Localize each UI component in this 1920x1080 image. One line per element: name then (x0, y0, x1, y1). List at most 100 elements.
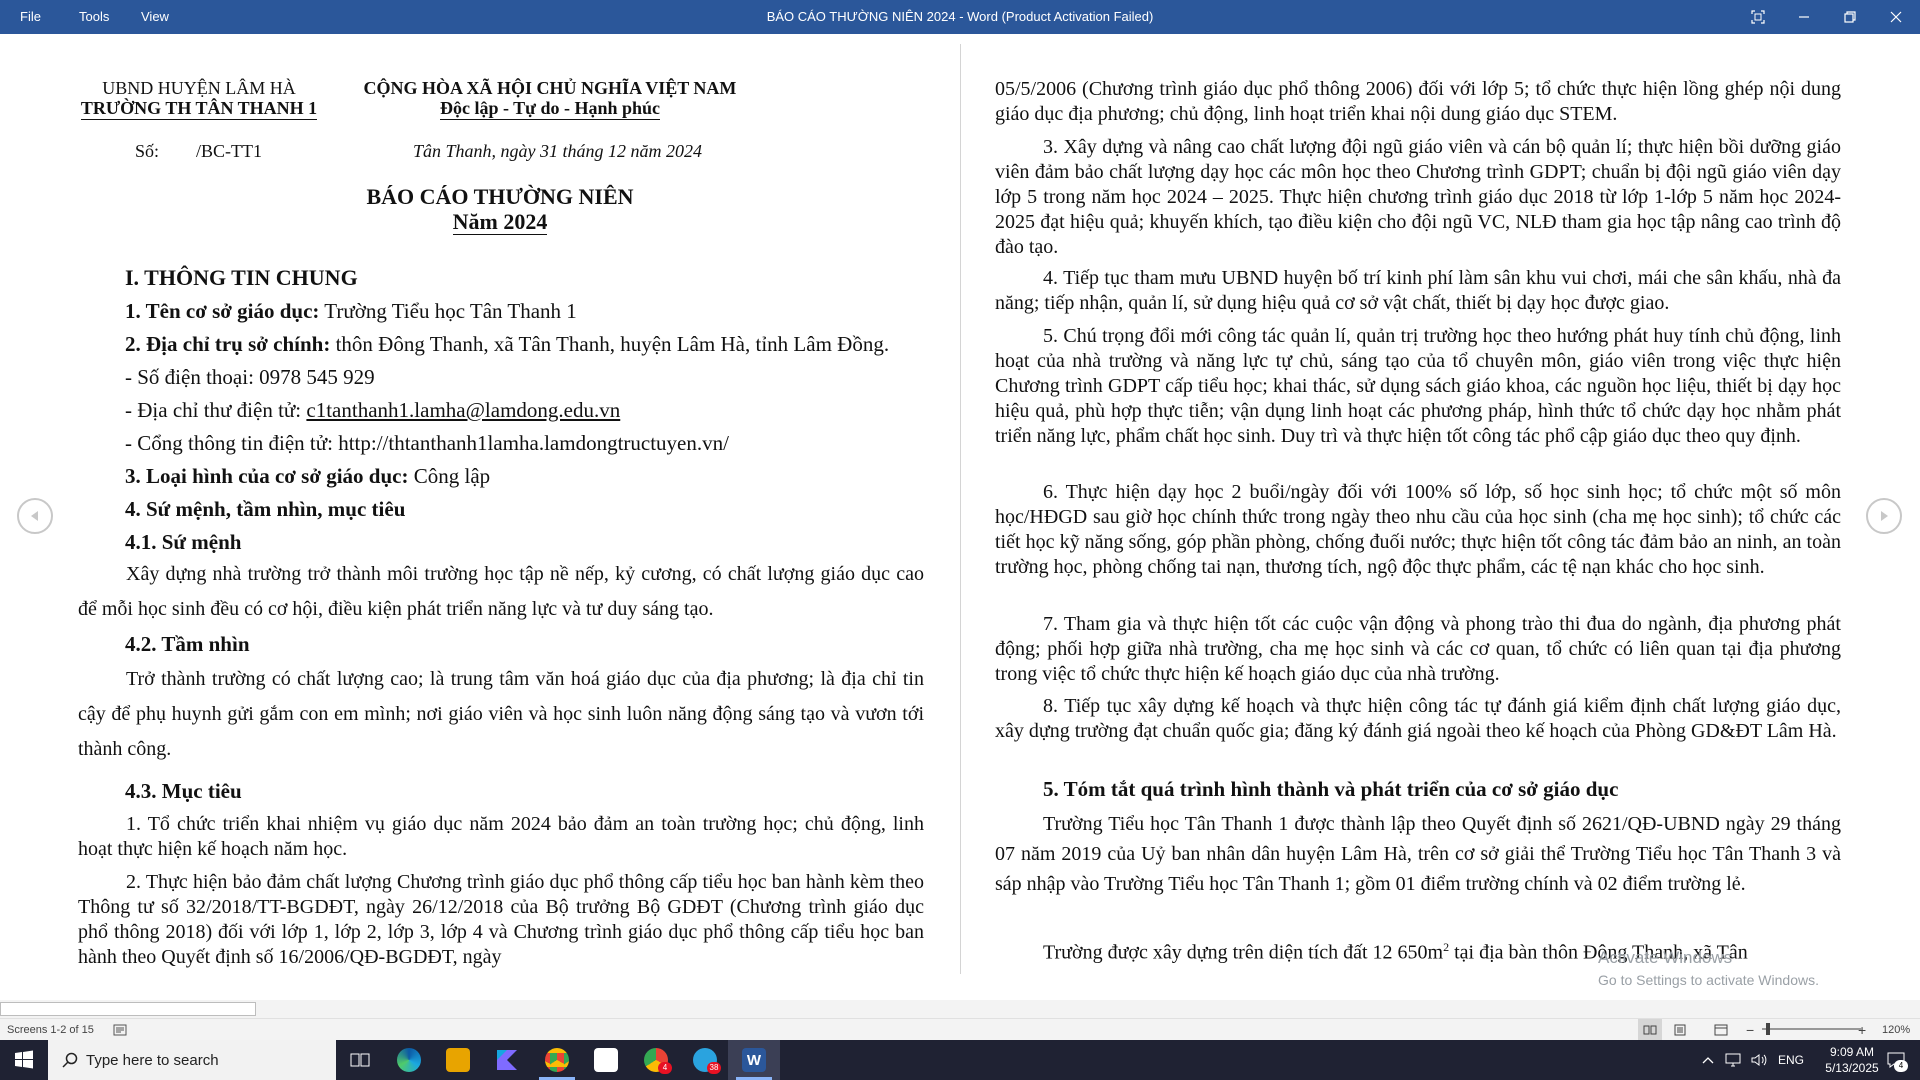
notification-center-button[interactable]: 4 (1878, 1040, 1914, 1080)
document-number-label: Số: (135, 141, 160, 161)
search-box[interactable]: Type here to search (48, 1040, 336, 1080)
triangle-left-icon (31, 511, 38, 521)
fit-screen-icon (1751, 10, 1765, 24)
capcut-app[interactable] (586, 1044, 626, 1076)
mission-heading: 4. Sứ mệnh, tầm nhìn, mục tiêu (125, 497, 406, 521)
edge-icon (397, 1048, 421, 1072)
place-date: Tân Thanh, ngày 31 tháng 12 năm 2024 (413, 141, 703, 161)
zoom-out-button[interactable]: − (1746, 1019, 1754, 1041)
scrollbar-thumb[interactable] (0, 1002, 256, 1016)
activate-windows-title: Activate Windows (1598, 948, 1733, 967)
web-layout-button[interactable] (1714, 1019, 1728, 1041)
horizontal-scrollbar[interactable] (0, 1000, 1920, 1018)
triangle-right-icon (1881, 511, 1888, 521)
zoom-in-button[interactable]: + (1858, 1019, 1866, 1041)
vision-heading: 4.2. Tầm nhìn (125, 632, 250, 656)
goal-1-paragraph: 1. Tổ chức triển khai nhiệm vụ giáo dục … (78, 813, 924, 860)
clock-time: 9:09 AM (1829, 1045, 1875, 1059)
school-type-line: 3. Loại hình của cơ sở giáo dục: Công lậ… (125, 464, 491, 488)
notification-badge: 38 (707, 1062, 721, 1074)
report-title: BÁO CÁO THƯỜNG NIÊN (366, 184, 634, 209)
notification-badge: 4 (1894, 1060, 1908, 1072)
edge-app[interactable] (389, 1044, 429, 1076)
goal-5-paragraph: 5. Chú trọng đổi mới công tác quản lí, q… (995, 325, 1841, 447)
chrome-app[interactable] (537, 1044, 577, 1076)
mission-subheading: 4.1. Sứ mệnh (125, 530, 242, 554)
nation-name: CỘNG HÒA XÃ HỘI CHỦ NGHĨA VIỆT NAM (363, 78, 737, 98)
national-motto: Độc lập - Tự do - Hạnh phúc (439, 98, 661, 120)
screen-count: Screens 1-2 of 15 (7, 1024, 94, 1036)
print-layout-button[interactable] (1673, 1019, 1687, 1041)
network-icon (1725, 1053, 1741, 1067)
web-layout-icon (1714, 1024, 1728, 1036)
page-divider (960, 44, 961, 974)
menu-view[interactable]: View (141, 0, 169, 34)
title-bar: File Tools View BÁO CÁO THƯỜNG NIÊN 2024… (0, 0, 1920, 34)
goal-7-paragraph: 7. Tham gia và thực hiện tốt các cuộc vậ… (995, 613, 1841, 685)
school-name-line: 1. Tên cơ sở giáo dục: Trường Tiểu học T… (125, 299, 577, 323)
org-name: UBND HUYỆN LÂM HÀ (102, 78, 296, 98)
volume-button[interactable] (1748, 1040, 1770, 1080)
document-number: /BC-TT1 (196, 141, 262, 161)
network-button[interactable] (1722, 1040, 1744, 1080)
app-icon (594, 1048, 618, 1072)
school-name: TRƯỜNG TH TÂN THANH 1 (80, 98, 318, 120)
activate-windows-subtitle: Go to Settings to activate Windows. (1598, 972, 1819, 988)
word-app[interactable]: W (734, 1044, 774, 1076)
kotlin-icon (497, 1050, 517, 1070)
start-button[interactable] (4, 1044, 44, 1076)
goal-6-paragraph: 6. Thực hiện dạy học 2 buổi/ngày đối với… (995, 481, 1841, 578)
chrome-icon (545, 1048, 569, 1072)
task-view-button[interactable] (340, 1044, 380, 1076)
chevron-up-icon (1702, 1057, 1714, 1064)
kotlin-app[interactable] (487, 1044, 527, 1076)
app-icon (446, 1048, 470, 1072)
zoom-level[interactable]: 120% (1882, 1019, 1910, 1041)
close-icon (1890, 11, 1902, 23)
restore-button[interactable] (1827, 0, 1873, 34)
search-icon (62, 1052, 78, 1068)
fit-window-button[interactable] (1735, 0, 1781, 34)
vision-paragraph: Trở thành trường có chất lượng cao; là t… (78, 668, 924, 760)
status-bar: Screens 1-2 of 15 − + 120% (0, 1018, 1920, 1041)
mission-paragraph: Xây dựng nhà trường trở thành môi trường… (78, 563, 924, 620)
proofing-icon[interactable] (113, 1019, 127, 1041)
goal-3-paragraph: 3. Xây dựng và nâng cao chất lượng đội n… (995, 136, 1841, 258)
clock-date: 5/13/2025 (1825, 1061, 1879, 1075)
menu-tools[interactable]: Tools (79, 0, 109, 34)
word-icon: W (742, 1048, 766, 1072)
zoom-slider-thumb[interactable] (1766, 1023, 1770, 1035)
close-button[interactable] (1873, 0, 1919, 34)
goal-2-continued: 05/5/2006 (Chương trình giáo dục phổ thô… (995, 78, 1841, 125)
read-mode-button[interactable] (1638, 1019, 1662, 1041)
email-link[interactable]: c1tanthanh1.lamha@lamdong.edu.vn (306, 398, 620, 422)
goal-2-paragraph: 2. Thực hiện bảo đảm chất lượng Chương t… (78, 871, 924, 968)
window-title: BÁO CÁO THƯỜNG NIÊN 2024 - Word (Product… (766, 9, 1154, 24)
restore-icon (1844, 11, 1856, 23)
zoom-slider[interactable] (1762, 1028, 1862, 1030)
read-mode-icon (1643, 1025, 1657, 1035)
address-line: 2. Địa chỉ trụ sở chính: thôn Đông Thanh… (125, 332, 890, 356)
show-hidden-icons-button[interactable] (1698, 1040, 1718, 1080)
section-general-info: I. THÔNG TIN CHUNG (125, 265, 358, 290)
task-view-icon (350, 1053, 370, 1067)
organization-header: UBND HUYỆN LÂM HÀ TRƯỜNG TH TÂN THANH 1 (69, 78, 329, 120)
bitwarden-app[interactable] (438, 1044, 478, 1076)
next-screen-button[interactable] (1866, 498, 1902, 534)
notification-badge: 4 (658, 1062, 672, 1074)
print-layout-icon (1674, 1024, 1686, 1036)
report-year: Năm 2024 (452, 209, 548, 235)
menu-file[interactable]: File (20, 0, 41, 34)
chrome-profile-app[interactable]: 4 (636, 1044, 676, 1076)
minimize-icon (1799, 16, 1809, 18)
goal-8-paragraph: 8. Tiếp tục xây dựng kế hoạch và thực hi… (995, 695, 1841, 742)
input-language[interactable]: ENG (1774, 1040, 1808, 1080)
history-paragraph: Trường Tiểu học Tân Thanh 1 được thành l… (995, 813, 1841, 895)
telegram-app[interactable]: 38 (685, 1044, 725, 1076)
previous-screen-button[interactable] (17, 498, 53, 534)
goal-4-paragraph: 4. Tiếp tục tham mưu UBND huyện bố trí k… (995, 267, 1841, 314)
windows-logo-icon (15, 1050, 33, 1069)
minimize-button[interactable] (1781, 0, 1827, 34)
speaker-icon (1751, 1054, 1767, 1066)
national-header: CỘNG HÒA XÃ HỘI CHỦ NGHĨA VIỆT NAM Độc l… (330, 78, 770, 120)
